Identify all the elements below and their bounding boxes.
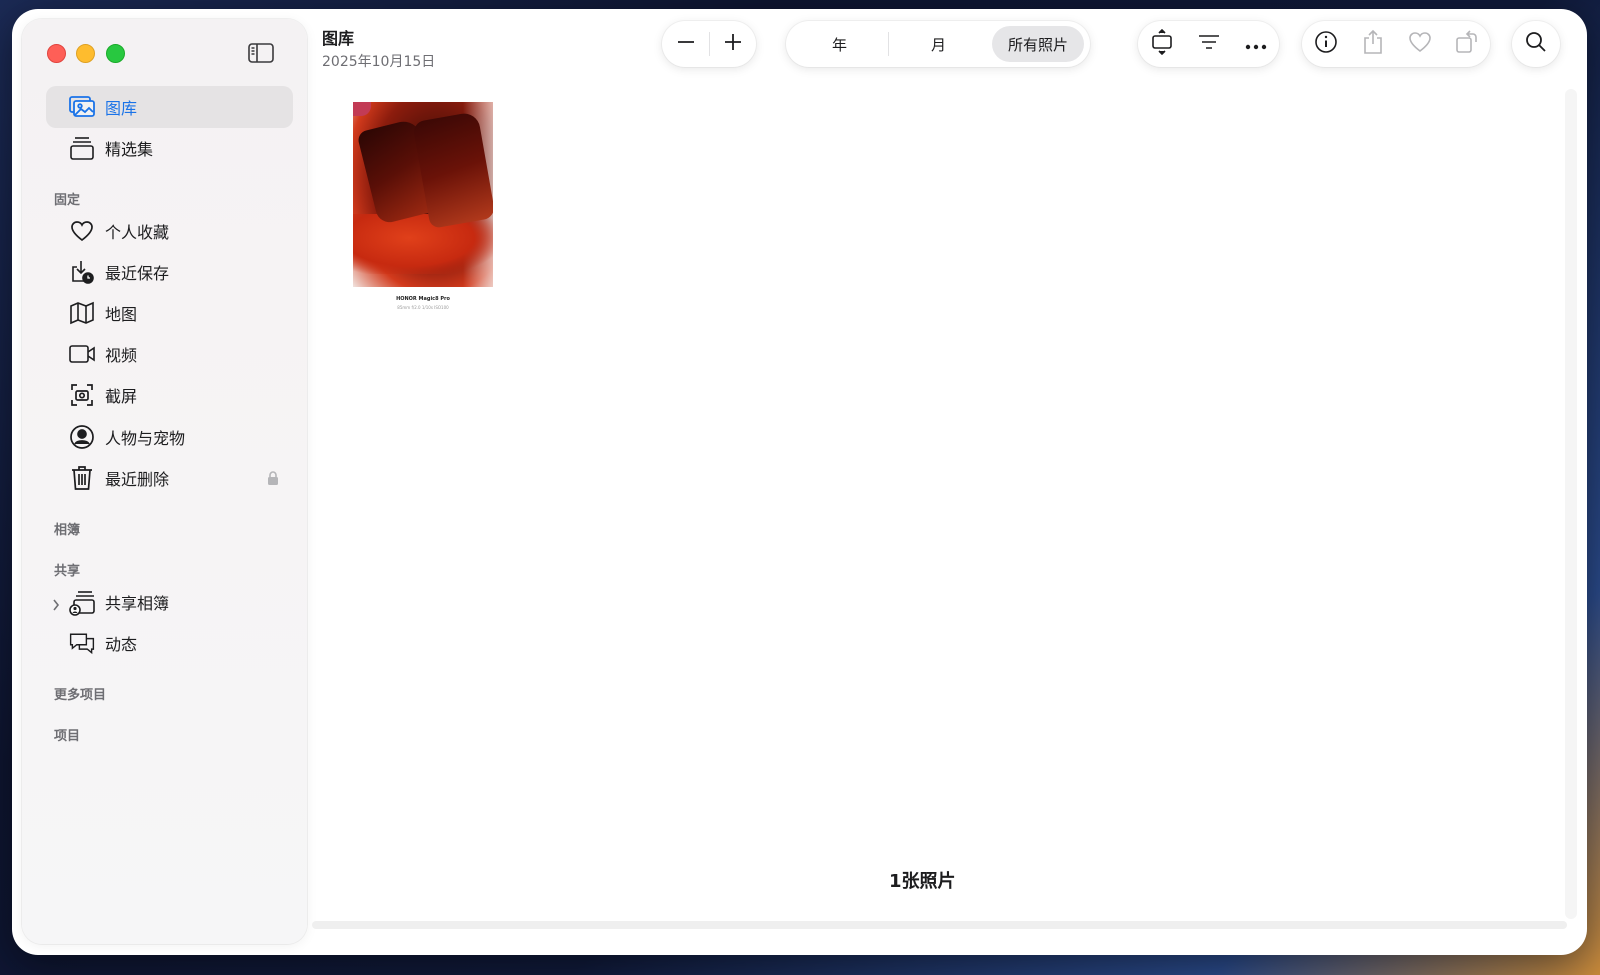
view-segmented-control: 年 月 所有照片 bbox=[786, 21, 1090, 67]
actions-control bbox=[1302, 21, 1490, 67]
zoom-out-button[interactable] bbox=[662, 21, 709, 67]
sidebar-item-videos[interactable]: 视频 bbox=[46, 333, 293, 375]
tab-months[interactable]: 月 bbox=[889, 26, 988, 62]
page-title: 图库 bbox=[322, 29, 355, 48]
share-icon bbox=[1362, 29, 1384, 59]
fullscreen-button[interactable] bbox=[106, 44, 125, 63]
section-shared[interactable]: 共享 bbox=[54, 560, 80, 579]
sidebar-item-favorites[interactable]: 个人收藏 bbox=[46, 210, 293, 252]
vertical-scrollbar[interactable] bbox=[1565, 89, 1577, 919]
more-button[interactable] bbox=[1232, 21, 1279, 67]
share-button[interactable] bbox=[1349, 21, 1396, 67]
tools-control bbox=[1138, 21, 1279, 67]
section-more-items[interactable]: 更多项目 bbox=[54, 684, 106, 703]
plus-icon bbox=[723, 32, 743, 56]
info-icon bbox=[1314, 30, 1338, 58]
filter-icon bbox=[1198, 34, 1220, 54]
close-button[interactable] bbox=[47, 44, 66, 63]
page-date: 2025年10月15日 bbox=[322, 54, 436, 70]
sidebar-item-label: 共享相簿 bbox=[105, 594, 170, 613]
sidebar-item-label: 最近保存 bbox=[105, 264, 170, 283]
section-pinned: 固定 bbox=[54, 193, 81, 208]
info-button[interactable] bbox=[1302, 21, 1349, 67]
sidebar-item-label: 地图 bbox=[105, 305, 138, 324]
sidebar: 图库 精选集 固定 个人收藏 最近保存 地图 视频 截屏 人物与宠物 最近删除 … bbox=[22, 19, 307, 944]
sidebar-item-label: 视频 bbox=[105, 346, 138, 365]
section-projects[interactable]: 项目 bbox=[54, 725, 80, 744]
section-albums[interactable]: 相簿 bbox=[54, 519, 80, 538]
horizontal-scrollbar[interactable] bbox=[312, 921, 1567, 929]
map-icon bbox=[68, 299, 96, 327]
minus-icon bbox=[676, 32, 696, 56]
sidebar-item-label: 动态 bbox=[105, 635, 138, 654]
sidebar-item-label: 人物与宠物 bbox=[105, 429, 186, 448]
aspect-ratio-icon bbox=[1151, 28, 1173, 59]
trash-icon bbox=[68, 464, 96, 492]
recently-saved-icon bbox=[68, 258, 96, 286]
sidebar-toggle-icon[interactable] bbox=[247, 42, 275, 64]
sidebar-item-label: 截屏 bbox=[105, 387, 138, 406]
sidebar-item-label: 个人收藏 bbox=[105, 223, 170, 242]
sidebar-item-map[interactable]: 地图 bbox=[46, 292, 293, 334]
photo-thumbnail[interactable]: HONOR Magic8 Pro 85mm f/2.0 1/10s ISO100 bbox=[353, 102, 493, 312]
tab-all-photos[interactable]: 所有照片 bbox=[992, 26, 1084, 62]
filter-button[interactable] bbox=[1185, 21, 1232, 67]
collections-stack-icon bbox=[68, 134, 96, 162]
header-title-block: 图库 2025年10月15日 bbox=[322, 25, 435, 71]
photo-watermark-exif: 85mm f/2.0 1/10s ISO100 bbox=[397, 305, 449, 310]
screenshot-icon bbox=[68, 381, 96, 409]
rotate-icon bbox=[1455, 30, 1479, 58]
sidebar-item-screenshots[interactable]: 截屏 bbox=[46, 374, 293, 416]
photos-window: 图库 精选集 固定 个人收藏 最近保存 地图 视频 截屏 人物与宠物 最近删除 … bbox=[12, 9, 1587, 955]
sidebar-item-label: 图库 bbox=[105, 99, 138, 118]
activity-bubbles-icon bbox=[68, 629, 96, 657]
search-button[interactable] bbox=[1512, 21, 1560, 67]
sidebar-item-people-pets[interactable]: 人物与宠物 bbox=[46, 416, 293, 458]
ellipsis-icon bbox=[1245, 35, 1267, 54]
sidebar-item-library[interactable]: 图库 bbox=[46, 86, 293, 128]
video-icon bbox=[68, 340, 96, 368]
lock-icon bbox=[267, 470, 279, 486]
rotate-button[interactable] bbox=[1443, 21, 1490, 67]
shared-album-icon bbox=[68, 588, 96, 616]
photo-image bbox=[353, 102, 493, 287]
zoom-in-button[interactable] bbox=[710, 21, 756, 67]
sidebar-item-shared-albums[interactable]: 共享相簿 bbox=[46, 581, 293, 623]
sidebar-item-collections[interactable]: 精选集 bbox=[46, 127, 293, 169]
minimize-button[interactable] bbox=[76, 44, 95, 63]
zoom-control bbox=[662, 21, 756, 67]
photo-grid: HONOR Magic8 Pro 85mm f/2.0 1/10s ISO100… bbox=[312, 79, 1577, 929]
aspect-toggle-button[interactable] bbox=[1138, 21, 1185, 67]
tab-years[interactable]: 年 bbox=[791, 26, 888, 62]
photo-count: 1张照片 bbox=[889, 871, 956, 892]
sidebar-item-recently-deleted[interactable]: 最近删除 bbox=[46, 457, 293, 499]
sidebar-item-recently-saved[interactable]: 最近保存 bbox=[46, 251, 293, 293]
heart-icon bbox=[1408, 31, 1432, 57]
search-icon bbox=[1525, 31, 1547, 57]
sidebar-item-activity[interactable]: 动态 bbox=[46, 622, 293, 664]
photo-library-icon bbox=[68, 93, 96, 121]
person-circle-icon bbox=[68, 423, 96, 451]
favorite-button[interactable] bbox=[1396, 21, 1443, 67]
photo-watermark-model: HONOR Magic8 Pro bbox=[396, 296, 450, 302]
sidebar-item-label: 最近删除 bbox=[105, 470, 170, 489]
chevron-right-icon[interactable] bbox=[52, 596, 60, 615]
heart-icon bbox=[68, 217, 96, 245]
sidebar-item-label: 精选集 bbox=[105, 140, 154, 159]
